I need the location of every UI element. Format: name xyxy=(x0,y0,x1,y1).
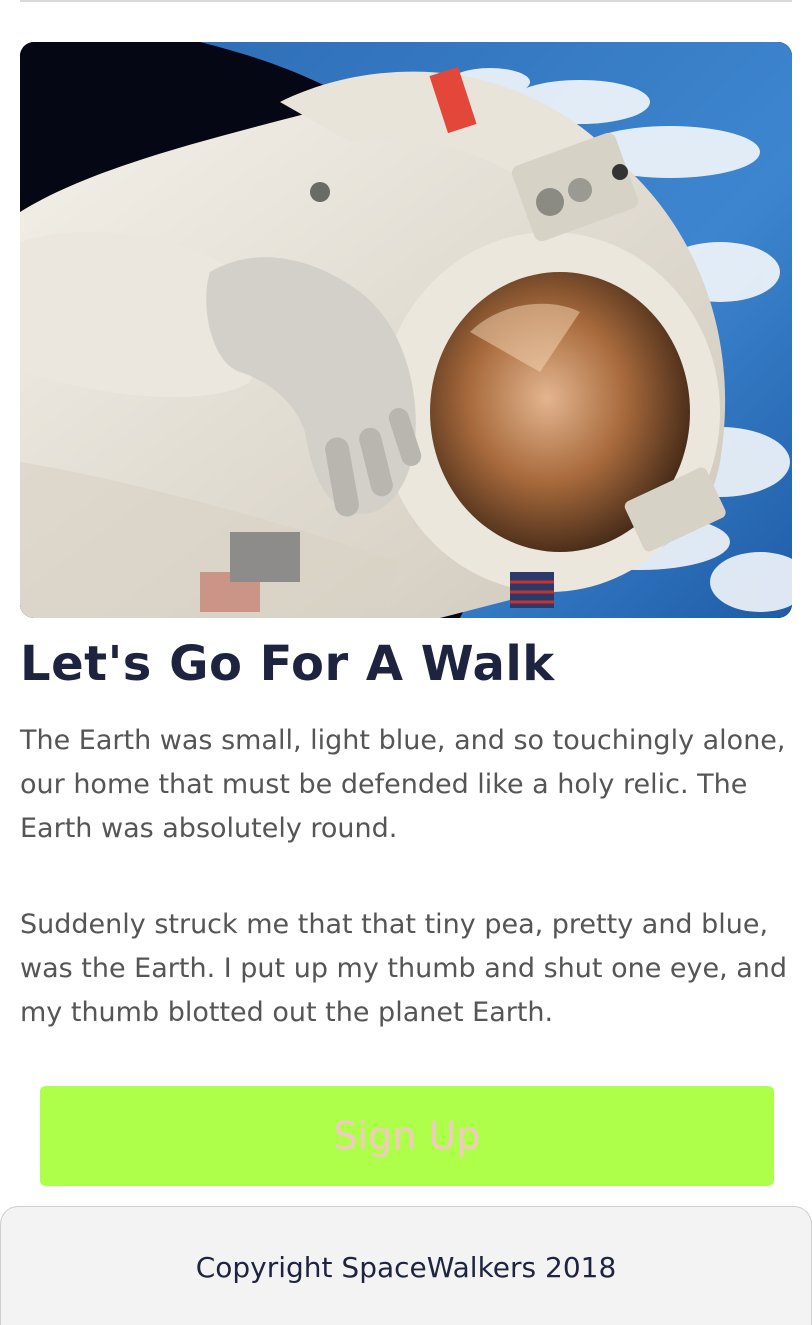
page-title: Let's Go For A Walk xyxy=(20,636,555,692)
intro-paragraph: The Earth was small, light blue, and so … xyxy=(20,725,786,844)
footer: Copyright SpaceWalkers 2018 xyxy=(0,1206,812,1325)
astronaut-illustration xyxy=(20,42,792,618)
sign-up-button[interactable]: Sign Up xyxy=(40,1086,774,1186)
hero-image xyxy=(20,42,792,618)
copyright-text: Copyright SpaceWalkers 2018 xyxy=(195,1251,617,1284)
second-paragraph: Suddenly struck me that that tiny pea, p… xyxy=(20,909,788,1028)
top-divider xyxy=(20,0,792,2)
